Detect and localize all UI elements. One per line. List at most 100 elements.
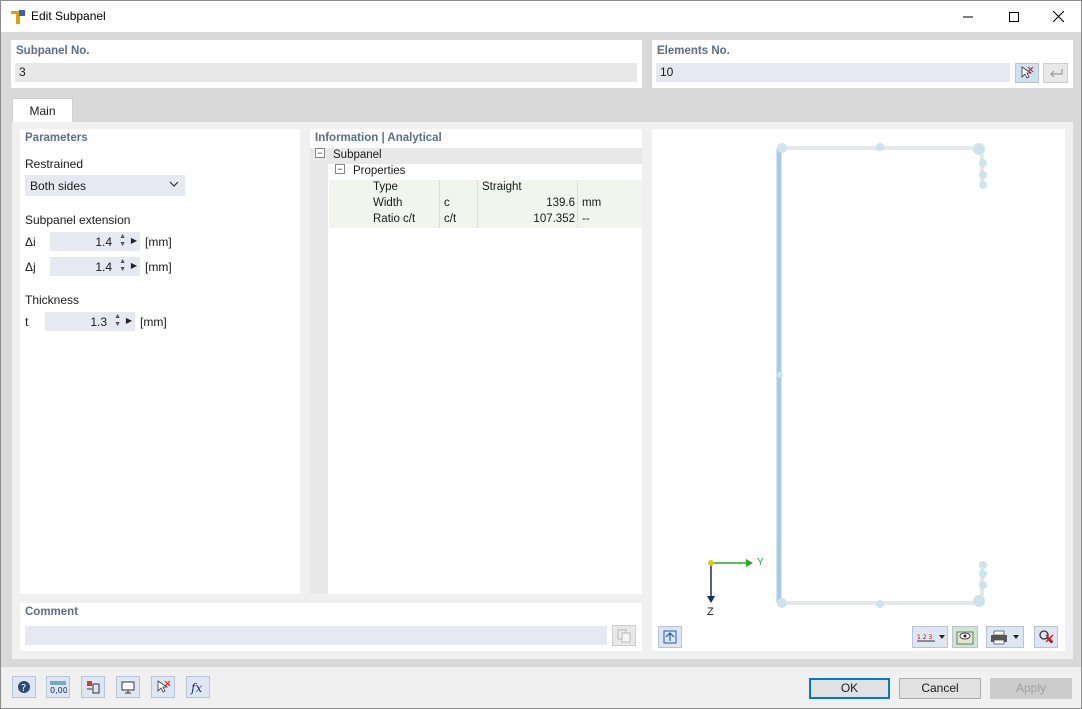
- copy-icon: [617, 629, 631, 642]
- subpanel-extension-label: Subpanel extension: [25, 213, 131, 227]
- comment-input[interactable]: [25, 626, 607, 645]
- tree-row-width: Width c 139.6 mm: [329, 196, 642, 212]
- spin-arrows-icon[interactable]: ▲ ▼: [114, 313, 121, 329]
- spin-arrows-icon[interactable]: ▲ ▼: [119, 258, 126, 274]
- subpanel-no-group: Subpanel No. 3: [11, 40, 642, 88]
- property-name: Type: [373, 181, 398, 193]
- property-unit: mm: [582, 197, 602, 209]
- undo-selection-button[interactable]: [1043, 63, 1068, 83]
- tree-root-label: Subpanel: [333, 149, 382, 161]
- delta-i-value: 1.4: [95, 235, 112, 249]
- cursor-pick-icon: [1021, 66, 1034, 79]
- subpanel-no-field: 3: [15, 63, 637, 82]
- tree-row-properties[interactable]: − Properties: [310, 164, 643, 180]
- thickness-value: 1.3: [90, 315, 107, 329]
- svg-text:1 2 3: 1 2 3: [917, 634, 932, 641]
- parameters-title: Parameters: [25, 132, 88, 144]
- thickness-unit: [mm]: [140, 315, 167, 329]
- delta-j-label: Δj: [25, 260, 36, 274]
- edit-subpanel-dialog: Edit Subpanel Subpanel No. 3 Elements No…: [0, 0, 1082, 709]
- expand-arrow-icon[interactable]: ▶: [131, 236, 137, 245]
- tree-node-label: Properties: [353, 165, 406, 177]
- ok-button[interactable]: OK: [809, 678, 890, 699]
- numbering-icon: 1 2 3: [917, 634, 945, 642]
- thickness-spinner[interactable]: 1.3 ▲ ▼ ▶: [45, 312, 135, 331]
- tree-row-type: Type Straight: [329, 180, 642, 196]
- information-title: Information | Analytical: [315, 132, 442, 144]
- minimize-button[interactable]: [945, 1, 991, 32]
- svg-text:fx: fx: [190, 681, 202, 695]
- monitor-icon: [121, 681, 135, 694]
- property-unit: --: [582, 213, 590, 225]
- property-symbol: c: [444, 197, 450, 209]
- spin-arrows-icon[interactable]: ▲ ▼: [119, 233, 126, 249]
- thickness-label: Thickness: [25, 293, 80, 307]
- delta-j-spinner[interactable]: 1.4 ▲ ▼ ▶: [50, 257, 140, 276]
- maximize-button[interactable]: [991, 1, 1037, 32]
- printer-icon: [991, 630, 1019, 645]
- minimize-icon: [963, 16, 973, 17]
- subpanel-no-label: Subpanel No.: [16, 45, 90, 57]
- property-symbol: c/t: [444, 213, 457, 225]
- comment-label: Comment: [25, 606, 79, 618]
- app-icon: [11, 10, 25, 24]
- elements-no-field[interactable]: 10: [656, 63, 1010, 82]
- delta-i-unit: [mm]: [145, 235, 172, 249]
- title-bar: Edit Subpanel: [1, 1, 1081, 32]
- view-model-button[interactable]: [116, 676, 140, 698]
- delta-i-spinner[interactable]: 1.4 ▲ ▼ ▶: [50, 232, 140, 251]
- property-value: Straight: [482, 181, 522, 193]
- restrained-label: Restrained: [25, 157, 84, 171]
- column-divider: [577, 180, 578, 228]
- cancel-button[interactable]: Cancel: [899, 678, 981, 699]
- restrained-value: Both sides: [30, 179, 87, 193]
- close-icon: [1052, 11, 1064, 22]
- section-preview-graphic: [707, 143, 987, 608]
- close-button[interactable]: [1035, 1, 1081, 32]
- svg-text:?: ?: [21, 683, 26, 694]
- units-button[interactable]: 0,00: [46, 676, 70, 698]
- expand-arrow-icon[interactable]: ▶: [131, 261, 137, 270]
- eye-grid-icon: [956, 631, 974, 645]
- maximize-icon: [1009, 11, 1019, 22]
- delta-j-value: 1.4: [95, 260, 112, 274]
- display-settings-button[interactable]: [952, 626, 978, 648]
- tree-row-subpanel[interactable]: − Subpanel: [310, 148, 643, 164]
- numbering-dropdown-button[interactable]: 1 2 3: [912, 626, 948, 648]
- view-direction-button[interactable]: [658, 626, 682, 648]
- delta-j-unit: [mm]: [145, 260, 172, 274]
- delta-i-label: Δi: [25, 235, 36, 249]
- zoom-reset-icon: [1039, 630, 1054, 644]
- t-label: t: [25, 315, 29, 329]
- property-value: 139.6: [546, 197, 575, 209]
- formula-button[interactable]: fx: [186, 676, 210, 698]
- axis-y-label: Y: [757, 557, 764, 568]
- tab-main[interactable]: Main: [12, 98, 73, 123]
- section-button[interactable]: [81, 676, 105, 698]
- expand-arrow-icon[interactable]: ▶: [126, 316, 132, 325]
- chevron-down-icon: [169, 181, 179, 187]
- select-elements-button[interactable]: [1015, 63, 1039, 83]
- restrained-select[interactable]: Both sides: [25, 175, 185, 196]
- svg-text:0,00: 0,00: [50, 686, 67, 695]
- elements-no-label: Elements No.: [657, 45, 730, 57]
- column-divider: [439, 180, 440, 228]
- decimal-icon: 0,00: [50, 681, 67, 695]
- parameters-panel: Parameters Restrained Subpanel extension…: [20, 129, 300, 594]
- delete-cursor-icon: [157, 680, 171, 693]
- help-icon: ?: [18, 681, 30, 694]
- section-preview-panel: Y Z 1 2 3: [652, 129, 1065, 651]
- help-button[interactable]: ?: [12, 676, 36, 698]
- reset-view-button[interactable]: [1034, 626, 1058, 648]
- apply-button[interactable]: Apply: [990, 678, 1072, 699]
- print-dropdown-button[interactable]: [986, 626, 1024, 648]
- property-name: Ratio c/t: [373, 213, 416, 225]
- property-value: 107.352: [533, 213, 575, 225]
- delete-selection-button[interactable]: [151, 676, 175, 698]
- collapse-icon[interactable]: −: [315, 148, 325, 158]
- property-name: Width: [373, 197, 403, 209]
- comment-library-button[interactable]: [612, 625, 636, 646]
- function-icon: fx: [190, 681, 202, 695]
- section-icon: [87, 681, 100, 694]
- collapse-icon[interactable]: −: [335, 164, 345, 174]
